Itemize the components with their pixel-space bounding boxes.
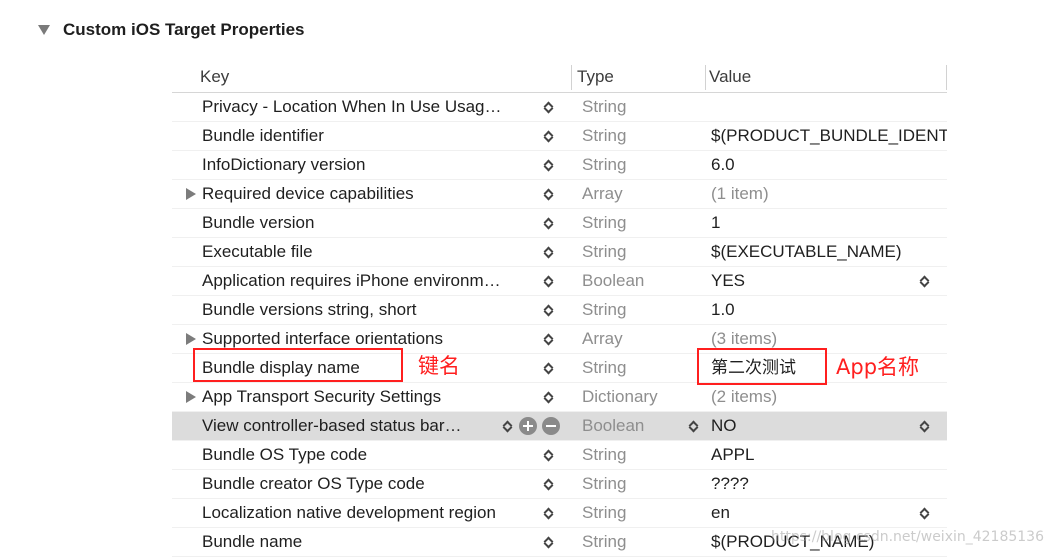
watermark: https://blog.csdn.net/weixin_42185136 bbox=[770, 529, 1044, 545]
plist-row-bundle-short-version[interactable]: Bundle versions string, short String 1.0 bbox=[172, 296, 947, 325]
row-key[interactable]: View controller-based status bar… bbox=[202, 412, 496, 440]
table-body: Privacy - Location When In Use Usag… Str… bbox=[172, 93, 947, 557]
row-type[interactable]: String bbox=[582, 499, 692, 527]
row-key[interactable]: Localization native development region bbox=[202, 499, 538, 527]
value-annotation-label: App名称 bbox=[836, 355, 920, 379]
disclosure-down-icon[interactable] bbox=[38, 25, 50, 35]
row-value[interactable]: APPL bbox=[711, 441, 947, 469]
row-value[interactable]: YES bbox=[711, 267, 947, 295]
row-type[interactable]: String bbox=[582, 93, 692, 121]
value-popup-chevron-icon[interactable] bbox=[917, 417, 931, 435]
row-value[interactable]: 1 bbox=[711, 209, 947, 237]
column-header-key: Key bbox=[200, 67, 230, 86]
up-down-chevron-icon[interactable] bbox=[500, 417, 514, 435]
column-divider[interactable] bbox=[571, 65, 572, 90]
row-value[interactable]: $(PRODUCT_BUNDLE_IDENT bbox=[711, 122, 947, 150]
plus-circle-icon[interactable] bbox=[519, 417, 537, 435]
disclosure-right-icon[interactable] bbox=[186, 333, 196, 345]
value-annotation-box bbox=[697, 348, 827, 385]
row-type[interactable]: Array bbox=[582, 325, 692, 353]
plist-row-app-transport-security[interactable]: App Transport Security Settings Dictiona… bbox=[172, 383, 947, 412]
plist-row-localization-region[interactable]: Localization native development region S… bbox=[172, 499, 947, 528]
row-key[interactable]: Executable file bbox=[202, 238, 538, 266]
plist-row-bundle-creator-code[interactable]: Bundle creator OS Type code String ???? bbox=[172, 470, 947, 499]
plist-row-infodictionary-version[interactable]: InfoDictionary version String 6.0 bbox=[172, 151, 947, 180]
up-down-chevron-icon[interactable] bbox=[541, 98, 555, 116]
section-title: Custom iOS Target Properties bbox=[63, 20, 305, 39]
key-annotation-box bbox=[193, 348, 403, 382]
up-down-chevron-icon[interactable] bbox=[541, 272, 555, 290]
column-divider[interactable] bbox=[705, 65, 706, 90]
row-key[interactable]: Bundle version bbox=[202, 209, 538, 237]
plist-row-status-bar-appearance[interactable]: View controller-based status bar… Boolea… bbox=[172, 412, 947, 441]
row-key[interactable]: Application requires iPhone environm… bbox=[202, 267, 538, 295]
table-header: Key Type Value bbox=[172, 62, 947, 93]
row-key[interactable]: App Transport Security Settings bbox=[202, 383, 538, 411]
disclosure-right-icon[interactable] bbox=[186, 188, 196, 200]
column-header-value: Value bbox=[709, 67, 752, 86]
up-down-chevron-icon[interactable] bbox=[541, 185, 555, 203]
row-value: (1 item) bbox=[711, 184, 769, 203]
up-down-chevron-icon[interactable] bbox=[541, 301, 555, 319]
up-down-chevron-icon[interactable] bbox=[541, 388, 555, 406]
plist-row-location-when-in-use[interactable]: Privacy - Location When In Use Usag… Str… bbox=[172, 93, 947, 122]
row-key[interactable]: Privacy - Location When In Use Usag… bbox=[202, 93, 538, 121]
row-key[interactable]: Bundle name bbox=[202, 528, 538, 556]
row-type[interactable]: String bbox=[582, 122, 692, 150]
plist-row-bundle-os-type[interactable]: Bundle OS Type code String APPL bbox=[172, 441, 947, 470]
row-key[interactable]: InfoDictionary version bbox=[202, 151, 538, 179]
row-value[interactable]: en bbox=[711, 499, 947, 527]
row-type[interactable]: String bbox=[582, 209, 692, 237]
up-down-chevron-icon[interactable] bbox=[541, 359, 555, 377]
row-type[interactable]: Array bbox=[582, 180, 692, 208]
section-header[interactable]: Custom iOS Target Properties bbox=[38, 18, 305, 42]
row-type[interactable]: Boolean bbox=[582, 412, 692, 440]
key-annotation-label: 键名 bbox=[418, 354, 460, 378]
row-type[interactable]: String bbox=[582, 441, 692, 469]
row-value[interactable]: 6.0 bbox=[711, 151, 947, 179]
row-key[interactable]: Bundle creator OS Type code bbox=[202, 470, 538, 498]
up-down-chevron-icon[interactable] bbox=[541, 214, 555, 232]
plist-row-requires-iphone-environment[interactable]: Application requires iPhone environm… Bo… bbox=[172, 267, 947, 296]
plist-row-required-device-capabilities[interactable]: Required device capabilities Array (1 it… bbox=[172, 180, 947, 209]
plist-row-bundle-identifier[interactable]: Bundle identifier String $(PRODUCT_BUNDL… bbox=[172, 122, 947, 151]
up-down-chevron-icon[interactable] bbox=[541, 156, 555, 174]
value-popup-chevron-icon[interactable] bbox=[917, 504, 931, 522]
up-down-chevron-icon[interactable] bbox=[541, 446, 555, 464]
plist-row-bundle-version[interactable]: Bundle version String 1 bbox=[172, 209, 947, 238]
row-key[interactable]: Bundle versions string, short bbox=[202, 296, 538, 324]
row-value[interactable]: ???? bbox=[711, 470, 947, 498]
row-value[interactable]: $(EXECUTABLE_NAME) bbox=[711, 238, 947, 266]
row-type[interactable]: String bbox=[582, 238, 692, 266]
up-down-chevron-icon[interactable] bbox=[541, 533, 555, 551]
disclosure-right-icon[interactable] bbox=[186, 391, 196, 403]
row-type[interactable]: String bbox=[582, 296, 692, 324]
row-key[interactable]: Required device capabilities bbox=[202, 180, 538, 208]
row-value[interactable]: 1.0 bbox=[711, 296, 947, 324]
plist-table: Key Type Value Privacy - Location When I… bbox=[172, 62, 947, 557]
up-down-chevron-icon[interactable] bbox=[541, 127, 555, 145]
plist-row-executable-file[interactable]: Executable file String $(EXECUTABLE_NAME… bbox=[172, 238, 947, 267]
column-divider[interactable] bbox=[946, 65, 947, 90]
row-type[interactable]: String bbox=[582, 528, 692, 556]
row-type[interactable]: Dictionary bbox=[582, 383, 692, 411]
row-key[interactable]: Bundle identifier bbox=[202, 122, 538, 150]
row-value[interactable]: NO bbox=[711, 412, 947, 440]
type-popup-chevron-icon[interactable] bbox=[686, 417, 700, 435]
up-down-chevron-icon[interactable] bbox=[541, 504, 555, 522]
row-type[interactable]: Boolean bbox=[582, 267, 692, 295]
minus-circle-icon[interactable] bbox=[542, 417, 560, 435]
column-header-type: Type bbox=[577, 67, 614, 86]
row-type[interactable]: String bbox=[582, 354, 692, 382]
up-down-chevron-icon[interactable] bbox=[541, 330, 555, 348]
row-value: (2 items) bbox=[711, 387, 778, 406]
value-popup-chevron-icon[interactable] bbox=[917, 272, 931, 290]
up-down-chevron-icon[interactable] bbox=[541, 243, 555, 261]
row-type[interactable]: String bbox=[582, 151, 692, 179]
up-down-chevron-icon[interactable] bbox=[541, 475, 555, 493]
row-key[interactable]: Bundle OS Type code bbox=[202, 441, 538, 469]
row-type[interactable]: String bbox=[582, 470, 692, 498]
